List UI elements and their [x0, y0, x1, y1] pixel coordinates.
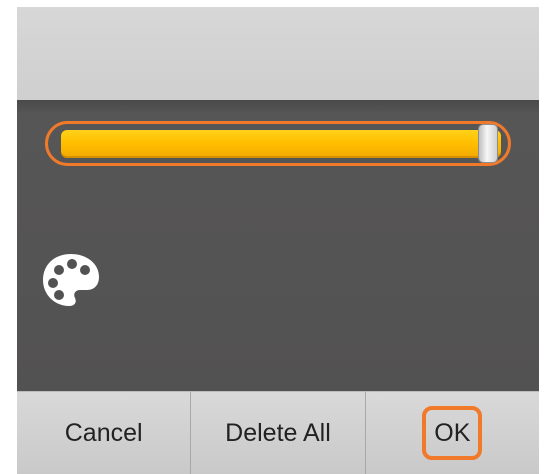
- cancel-button[interactable]: Cancel: [17, 392, 190, 474]
- slider-fill: [61, 130, 501, 158]
- ok-highlight: [422, 406, 483, 460]
- cancel-button-label: Cancel: [64, 418, 143, 447]
- dialog-panel: [17, 100, 539, 391]
- dialog-top-strip: [17, 7, 539, 100]
- slider-track[interactable]: [61, 130, 501, 158]
- delete-all-button-label: Delete All: [225, 418, 331, 447]
- button-bar: Cancel Delete All OK: [17, 391, 539, 474]
- dialog-screen: Cancel Delete All OK: [17, 7, 539, 474]
- delete-all-button[interactable]: Delete All: [190, 392, 364, 474]
- slider-thumb[interactable]: [479, 125, 497, 162]
- ok-button[interactable]: OK: [364, 392, 539, 474]
- palette-icon[interactable]: [39, 250, 103, 310]
